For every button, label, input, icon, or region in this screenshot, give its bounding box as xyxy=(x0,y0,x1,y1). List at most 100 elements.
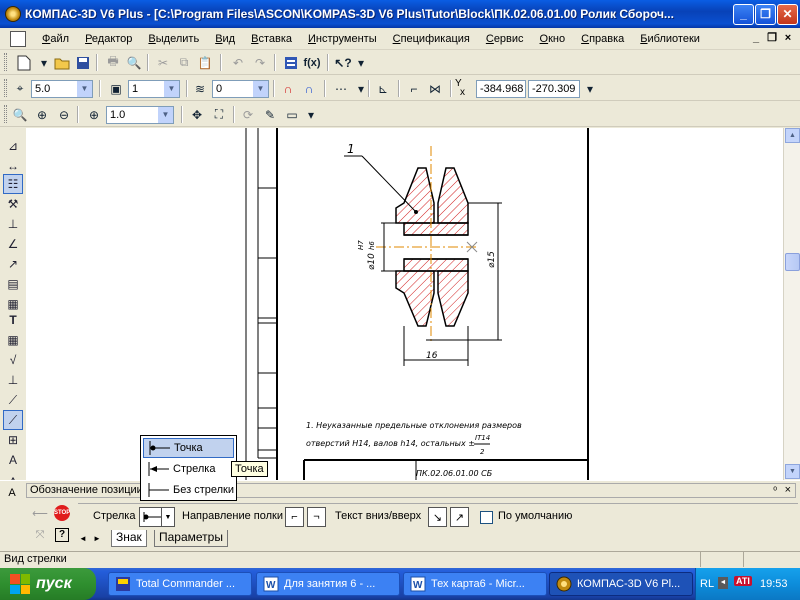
base-icon[interactable]: ⊥ xyxy=(3,370,23,390)
open-folder-icon[interactable] xyxy=(52,53,72,72)
save-icon[interactable] xyxy=(73,53,93,72)
toolbar-grip[interactable] xyxy=(4,105,7,123)
chevron-down-icon[interactable]: ▼ xyxy=(77,81,92,97)
print-preview-icon[interactable]: 🔍 xyxy=(124,53,144,72)
zoom-in-icon[interactable]: ⊕ xyxy=(32,105,52,124)
pin-icon[interactable]: ᵒ xyxy=(773,484,777,497)
zoom-combo[interactable]: 1.0 ▼ xyxy=(106,106,174,124)
redo-icon[interactable]: ↷ xyxy=(250,53,270,72)
shelf-right-button[interactable]: ¬ xyxy=(307,507,326,527)
refresh-brush-icon[interactable]: ✎ xyxy=(260,105,280,124)
position-leader-icon[interactable]: ⟋ xyxy=(3,410,23,430)
language-indicator[interactable]: RL xyxy=(700,578,714,590)
table-icon[interactable]: ▦ xyxy=(3,330,23,350)
task-kompas[interactable]: КОМПАС-3D V6 Pl... xyxy=(549,572,693,596)
cut-icon[interactable]: ✂ xyxy=(153,53,173,72)
roughness-icon[interactable]: √ xyxy=(3,350,23,370)
snap-magnet-icon[interactable]: ∩ xyxy=(278,79,298,98)
layers-icon[interactable]: ≋ xyxy=(190,79,210,98)
scroll-down-button[interactable]: ▼ xyxy=(785,464,800,479)
round-icon[interactable]: ⋈ xyxy=(425,79,445,98)
task-word-2[interactable]: W Тех карта6 - Micr... xyxy=(403,572,547,596)
tab-sign[interactable]: Знак xyxy=(111,530,147,547)
edit-icon[interactable]: ⚒ xyxy=(3,194,23,214)
mdi-minimize-button[interactable]: _ xyxy=(750,32,762,44)
task-total-commander[interactable]: Total Commander ... xyxy=(108,572,252,596)
menu-specification[interactable]: Спецификация xyxy=(385,29,478,49)
grid-icon[interactable]: ⋯ xyxy=(331,79,351,98)
menu-service[interactable]: Сервис xyxy=(478,29,532,49)
stop-button[interactable]: STOP xyxy=(52,503,72,523)
text-icon[interactable]: T xyxy=(3,310,23,330)
toolbar-grip[interactable] xyxy=(4,53,7,71)
geometry-icon[interactable]: ⊿ xyxy=(3,136,23,156)
step-cursor-icon[interactable]: ⌖ xyxy=(10,79,30,98)
close-button[interactable]: ✕ xyxy=(777,4,798,25)
tab-parameters[interactable]: Параметры xyxy=(154,530,228,547)
associative-views-icon[interactable]: ▤ xyxy=(3,274,23,294)
leader-icon[interactable]: ⟋ xyxy=(3,390,23,410)
new-file-icon[interactable] xyxy=(14,53,34,72)
minimize-button[interactable]: _ xyxy=(733,4,754,25)
chevron-down-icon[interactable]: ▼ xyxy=(161,507,175,527)
menu-view[interactable]: Вид xyxy=(207,29,243,49)
toolbar-grip[interactable] xyxy=(4,79,7,97)
menu-editor[interactable]: Редактор xyxy=(77,29,140,49)
scroll-up-button[interactable]: ▲ xyxy=(785,128,800,143)
zoom-scale-icon[interactable]: ⊕ xyxy=(84,105,104,124)
ortho-icon[interactable]: ⌐ xyxy=(404,79,424,98)
paste-icon[interactable]: 📋 xyxy=(195,53,215,72)
scroll-thumb[interactable] xyxy=(785,253,800,271)
chevron-down-icon[interactable]: ▾ xyxy=(351,53,371,72)
dropdown-item-dot[interactable]: Точка xyxy=(143,438,234,458)
pan-icon[interactable]: ✥ xyxy=(187,105,207,124)
dropdown-item-arrow[interactable]: Стрелка xyxy=(143,459,234,479)
layer-combo[interactable]: 1 ▼ xyxy=(128,80,180,98)
vertical-scrollbar[interactable]: ▲ ▼ xyxy=(783,128,800,480)
regenerate-icon[interactable]: ⟳ xyxy=(238,105,258,124)
layer-icon[interactable]: ▣ xyxy=(106,79,126,98)
text-tool-icon[interactable]: A xyxy=(2,483,22,503)
shelf-left-button[interactable]: ⌐ xyxy=(285,507,304,527)
chevron-down-icon[interactable]: ▼ xyxy=(158,107,173,123)
start-button[interactable]: пуск xyxy=(0,568,96,600)
coord-x-field[interactable]: -384.968 xyxy=(476,80,526,98)
menu-help[interactable]: Справка xyxy=(573,29,632,49)
measure-icon[interactable]: ∠ xyxy=(3,234,23,254)
ati-tray-icon[interactable]: ATI xyxy=(734,576,752,586)
designations-icon[interactable]: ☷ xyxy=(3,174,23,194)
manager-icon[interactable] xyxy=(281,53,301,72)
title-bar[interactable]: КОМПАС-3D V6 Plus - [C:\Program Files\AS… xyxy=(0,0,800,28)
drawing-canvas[interactable]: 1 ⌀10 H7 h6 ⌀15 16 1. Неуказанные предел… xyxy=(26,128,783,480)
select-icon[interactable]: ↗ xyxy=(3,254,23,274)
kompas-app-icon[interactable] xyxy=(5,6,21,22)
context-help-icon[interactable]: ↖? xyxy=(333,53,353,72)
arrow-back-icon[interactable]: ⟵ xyxy=(30,503,50,523)
print-icon[interactable]: 🖶 xyxy=(103,53,123,72)
function-icon[interactable]: f(x) xyxy=(302,53,322,72)
tab-scroll-left-icon[interactable]: ◄ xyxy=(77,531,89,545)
dimensions-icon[interactable]: ↔ xyxy=(3,156,23,176)
tab-scroll-right-icon[interactable]: ► xyxy=(91,531,103,545)
menu-file[interactable]: Файл xyxy=(34,29,77,49)
menu-window[interactable]: Окно xyxy=(532,29,574,49)
parametrization-icon[interactable]: ⊥ xyxy=(3,214,23,234)
document-icon[interactable] xyxy=(10,30,26,47)
panel-close-button[interactable]: × xyxy=(785,484,791,497)
chevron-down-icon[interactable]: ▼ xyxy=(253,81,268,97)
tolerance-icon[interactable]: ⊞ xyxy=(3,430,23,450)
mdi-restore-button[interactable]: ❐ xyxy=(766,32,778,44)
coord-y-field[interactable]: -270.309 xyxy=(528,80,580,98)
zoom-window-icon[interactable]: 🔍 xyxy=(10,105,30,124)
zoom-out-icon[interactable]: ⊖ xyxy=(54,105,74,124)
menu-tools[interactable]: Инструменты xyxy=(300,29,385,49)
maximize-button[interactable]: ❐ xyxy=(755,4,776,25)
menu-select[interactable]: Выделить xyxy=(140,29,207,49)
display-mode-icon[interactable]: ▭ xyxy=(282,105,302,124)
dropdown-item-none[interactable]: Без стрелки xyxy=(143,480,234,500)
mdi-close-button[interactable]: × xyxy=(782,32,794,44)
local-cs-icon[interactable]: ⊾ xyxy=(373,79,393,98)
text-align-icon[interactable]: A xyxy=(3,450,23,470)
copy-icon[interactable]: ⧉ xyxy=(174,53,194,72)
text-down-button[interactable]: ↘ xyxy=(428,507,447,527)
